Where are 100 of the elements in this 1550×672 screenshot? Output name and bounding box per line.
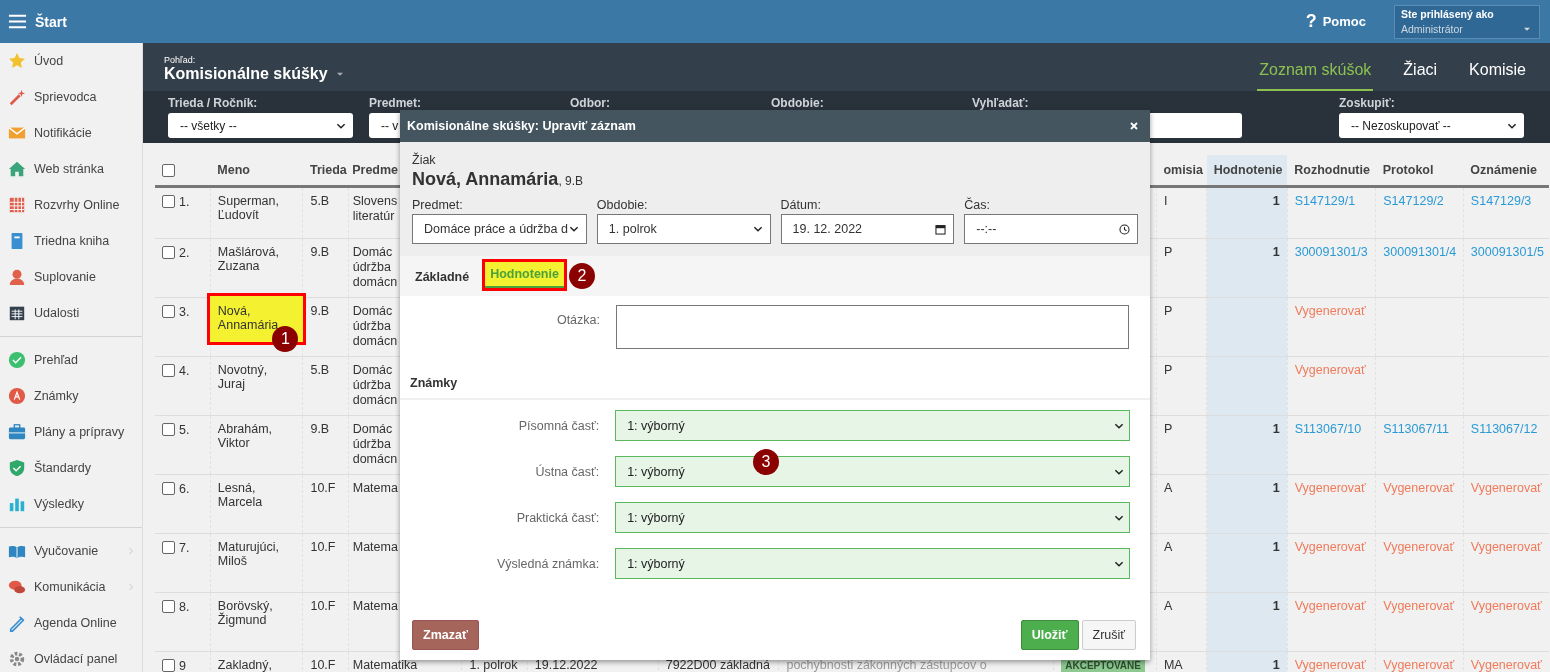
filter-label: Trieda / Ročník:	[168, 96, 259, 110]
grade-cell: 1	[1272, 599, 1280, 613]
row-checkbox[interactable]	[162, 659, 175, 672]
row-checkbox[interactable]	[162, 195, 175, 209]
filter-label: Zoskupiť:	[1339, 96, 1396, 110]
view-tab[interactable]: Komisie	[1467, 61, 1528, 91]
commission-cell: MA	[1163, 658, 1183, 672]
column-header: Protokol	[1382, 163, 1434, 177]
select-all-checkbox[interactable]	[162, 164, 175, 178]
commission-cell: A	[1163, 540, 1173, 554]
student-caption: Žiak	[412, 153, 437, 167]
house-icon	[8, 160, 26, 178]
home-link[interactable]: Štart	[35, 13, 67, 30]
magic-wand-icon	[8, 88, 26, 106]
field-label: Otázka:	[555, 312, 600, 327]
sidebar-item[interactable]: Notifikácie	[0, 115, 142, 151]
sidebar-item[interactable]: Ovládací panel	[0, 641, 142, 672]
subject-text: Matema	[352, 540, 398, 555]
row-number: 9	[179, 658, 186, 672]
sidebar-item[interactable]: Suplovanie	[0, 259, 142, 295]
class-cell: 5.B	[310, 363, 330, 377]
filter-select[interactable]: -- všetky --	[168, 113, 353, 138]
field-label: Predmet:	[412, 198, 464, 212]
commission-cell: A	[1163, 599, 1173, 613]
grade-cell: 1	[1272, 658, 1280, 672]
column-header: Trieda	[309, 163, 347, 177]
sidebar-item[interactable]: Udalosti	[0, 295, 142, 331]
student-name: Maturujúci, Miloš	[217, 540, 280, 568]
subject-text: Domác	[352, 422, 393, 437]
help-link[interactable]: ? Pomoc	[1305, 11, 1366, 32]
sidebar-item[interactable]: Rozvrhy Online	[0, 187, 142, 223]
subject-text: údržba	[352, 378, 391, 393]
dialog-title: Komisionálne skúšky: Upraviť záznam	[407, 119, 636, 133]
calendar-grid-icon	[8, 196, 26, 214]
subject-text: údržba	[352, 260, 391, 275]
subject-text: údržba	[352, 319, 391, 334]
sidebar-item[interactable]: Triedna kniha	[0, 223, 142, 259]
row-number: 4.	[179, 363, 190, 378]
date-field[interactable]: 19. 12. 2022	[780, 214, 955, 244]
grade-select[interactable]: 1: výborný	[615, 548, 1130, 579]
sidebar-item[interactable]: Štandardy	[0, 450, 142, 486]
row-checkbox[interactable]	[162, 423, 175, 437]
pen-icon	[8, 614, 26, 632]
question-textarea[interactable]	[616, 305, 1129, 349]
subject-text: literatúr	[352, 209, 395, 224]
calendar-icon	[8, 304, 26, 322]
filter-label: Predmet:	[369, 96, 422, 110]
sidebar-item[interactable]: Plány a prípravy	[0, 414, 142, 450]
chat-bubbles-icon	[8, 578, 26, 596]
subject-text: domácn	[352, 334, 398, 349]
sidebar-item[interactable]: Známky	[0, 378, 142, 414]
view-tab[interactable]: Žiaci	[1401, 61, 1440, 91]
class-cell: 10.F	[310, 599, 336, 613]
subject-text: Matema	[352, 481, 398, 496]
row-checkbox[interactable]	[162, 364, 175, 378]
select-field[interactable]: 1. polrok	[596, 214, 771, 244]
sidebar-item[interactable]: Výsledky	[0, 486, 142, 522]
user-menu[interactable]: Ste prihlásený ako Administrátor	[1394, 4, 1540, 39]
row-number: 8.	[179, 599, 190, 614]
row-checkbox[interactable]	[162, 482, 175, 496]
sidebar-item[interactable]: Úvod	[0, 43, 142, 79]
sidebar-item[interactable]: Agenda Online	[0, 605, 142, 641]
delete-button[interactable]: Zmazať	[412, 620, 479, 650]
subject-text: Domác	[352, 245, 393, 260]
row-number: 6.	[179, 481, 190, 496]
subject-text: domácn	[352, 393, 398, 408]
sidebar-item[interactable]: Prehľad	[0, 342, 142, 378]
class-cell: 9.B	[310, 304, 330, 318]
grade-cell: 1	[1272, 194, 1280, 208]
field-label: Ústna časť:	[534, 464, 600, 479]
view-title[interactable]: Komisionálne skúšky	[164, 65, 328, 83]
select-field[interactable]: Domáce práce a údržba d	[412, 214, 587, 244]
section-heading: Známky	[400, 349, 1150, 400]
filter-select[interactable]: -- Nezoskupovať --	[1339, 113, 1524, 138]
row-number: 5.	[179, 422, 190, 437]
user-caption: Ste prihlásený ako	[1401, 7, 1494, 20]
time-field[interactable]: --:--	[964, 214, 1138, 244]
grade-select[interactable]: 1: výborný	[615, 502, 1130, 533]
dialog-tab[interactable]: Základné	[412, 264, 473, 292]
sidebar-item[interactable]: Komunikácia	[0, 569, 142, 605]
sidebar-item[interactable]: Sprievodca	[0, 79, 142, 115]
row-checkbox[interactable]	[162, 541, 175, 555]
row-checkbox[interactable]	[162, 246, 175, 260]
student-name: Zakladný,	[217, 658, 274, 672]
sidebar-item[interactable]: Web stránka	[0, 151, 142, 187]
sidebar-item[interactable]: Vyučovanie	[0, 533, 142, 569]
column-header: Meno	[217, 163, 250, 177]
user-name: Administrátor	[1401, 22, 1464, 35]
close-icon	[1128, 120, 1140, 132]
column-header: Oznámenie	[1470, 163, 1538, 177]
grade-select[interactable]: 1: výborný	[615, 410, 1130, 441]
student-name: Novotný, Juraj	[217, 363, 269, 391]
subject-text: Matematika	[352, 658, 418, 672]
cancel-button[interactable]: Zrušiť	[1081, 620, 1136, 650]
class-cell: 5.B	[310, 194, 330, 208]
subject-text: Matema	[352, 599, 398, 614]
commission-cell: P	[1163, 304, 1173, 318]
row-checkbox[interactable]	[162, 600, 175, 614]
row-checkbox[interactable]	[162, 305, 175, 319]
filter-label: Vyhľadať:	[972, 96, 1030, 110]
